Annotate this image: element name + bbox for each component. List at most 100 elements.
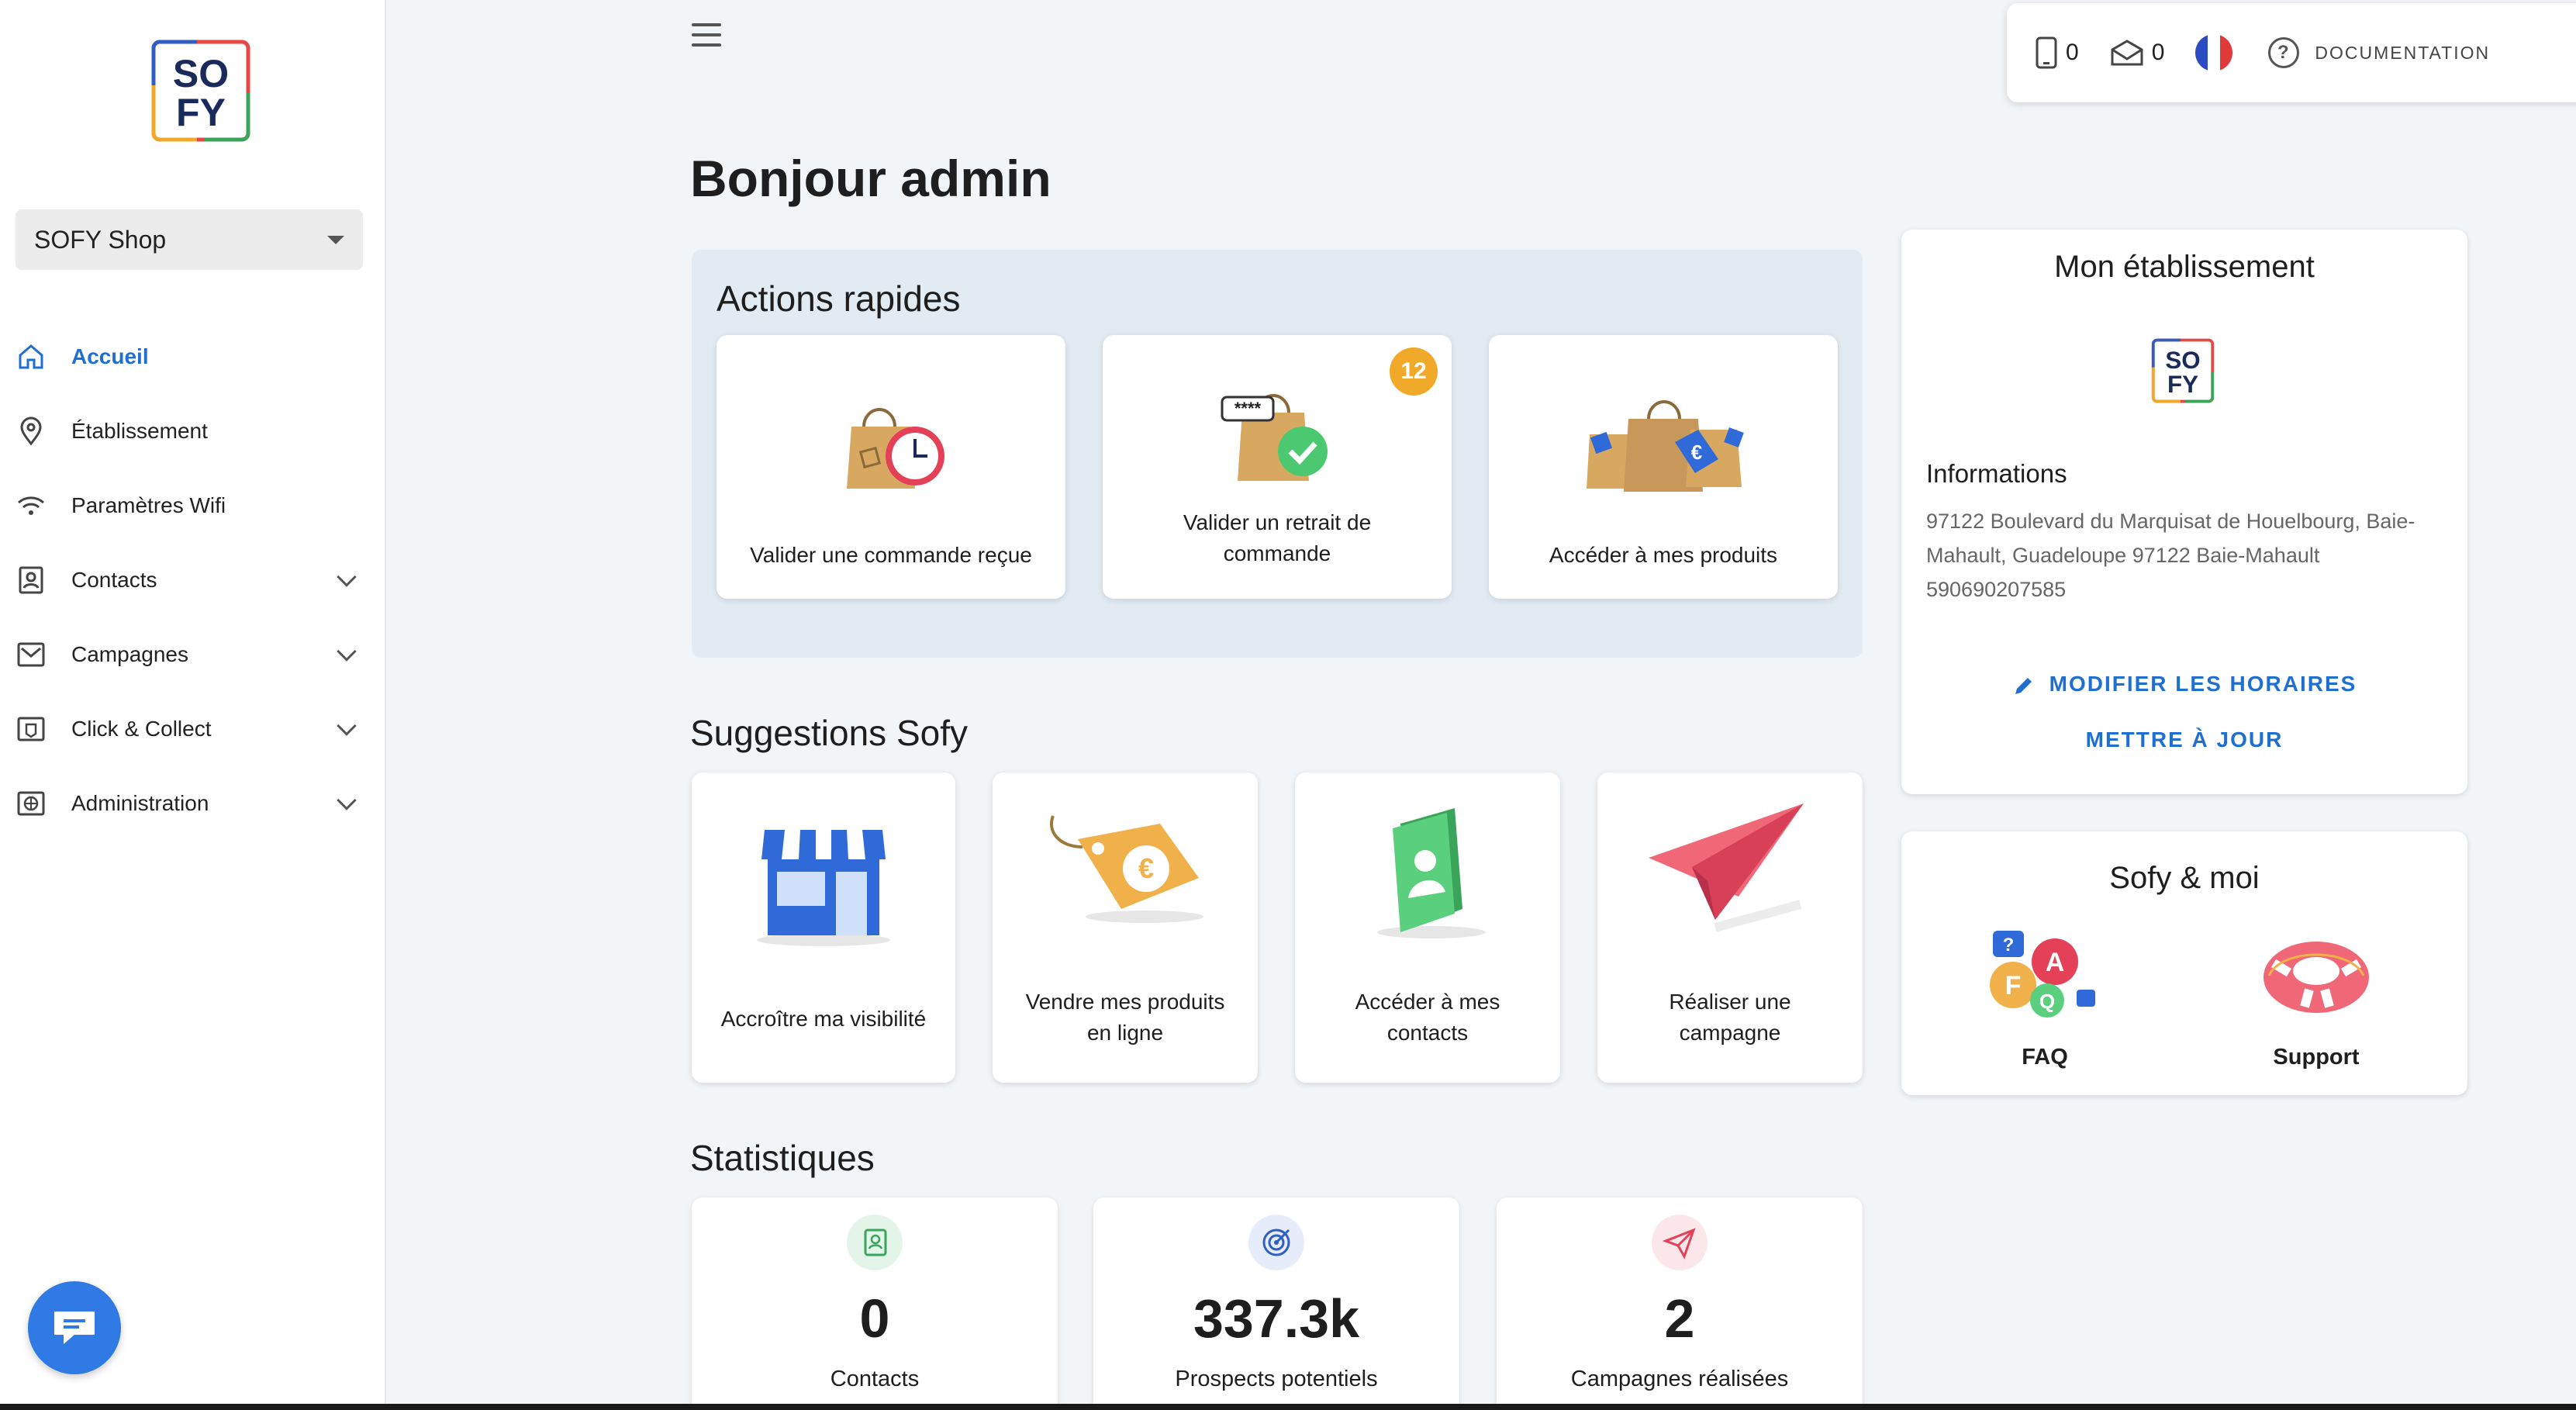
- stat-value: 0: [859, 1288, 890, 1349]
- faq-icon: ? F A Q: [1990, 931, 2095, 1018]
- bag-check-icon: ****: [1221, 394, 1328, 481]
- location-pin-icon: [16, 416, 47, 447]
- send-icon: [1652, 1215, 1708, 1270]
- documentation-label: DOCUMENTATION: [2315, 42, 2491, 63]
- sofy-moi-title: Sofy & moi: [2109, 861, 2260, 895]
- sms-count: 0: [2066, 40, 2079, 65]
- chevron-down-icon[interactable]: [337, 567, 357, 587]
- suggestions-title: Suggestions Sofy: [690, 713, 969, 753]
- sidebar-item-label: Campagnes: [71, 642, 188, 666]
- svg-text:F: F: [2005, 971, 2022, 1000]
- sidebar-item-campagnes[interactable]: Campagnes: [0, 617, 386, 692]
- stats-title: Statistiques: [690, 1138, 875, 1178]
- edit-hours-label: MODIFIER LES HORAIRES: [2049, 672, 2357, 696]
- stat-label: Contacts: [830, 1367, 920, 1391]
- pencil-icon: [2015, 677, 2032, 694]
- stat-prospects: 337.3k Prospects potentiels: [1093, 1197, 1459, 1410]
- suggestion-contacts[interactable]: Accéder à mes contacts: [1295, 772, 1560, 1083]
- sidebar-item-contacts[interactable]: Contacts: [0, 543, 386, 617]
- faq-label: FAQ: [2022, 1045, 2068, 1070]
- quick-action-label: Valider une commande reçue: [750, 543, 1032, 567]
- update-button[interactable]: METTRE À JOUR: [1901, 727, 2467, 752]
- establishment-panel: Mon établissement SO FY Informations 971…: [1901, 230, 2467, 794]
- shop-select-value: SOFY Shop: [34, 225, 167, 254]
- svg-text:****: ****: [1234, 399, 1262, 418]
- chevron-down-icon[interactable]: [337, 641, 357, 662]
- documentation-link[interactable]: ? DOCUMENTATION: [2268, 37, 2490, 68]
- quick-action-label: Accéder à mes produits: [1549, 543, 1778, 567]
- mail-counter[interactable]: 0: [2110, 39, 2165, 67]
- logo-text-bottom: FY: [176, 91, 226, 134]
- chat-button[interactable]: [28, 1281, 121, 1374]
- sidebar-item-wifi[interactable]: Paramètres Wifi: [0, 468, 386, 543]
- suggestion-sell-online[interactable]: € Vendre mes produits en ligne: [993, 772, 1258, 1083]
- svg-text:A: A: [2046, 948, 2065, 977]
- edit-hours-button[interactable]: MODIFIER LES HORAIRES: [1901, 672, 2467, 697]
- mail-count: 0: [2151, 40, 2165, 65]
- sofy-moi-panel: Sofy & moi ? F A Q FAQ Support: [1901, 831, 2467, 1095]
- stat-value: 337.3k: [1193, 1288, 1360, 1349]
- bottom-bar: [0, 1404, 2576, 1410]
- info-heading: Informations: [1926, 459, 2067, 488]
- chevron-down-icon[interactable]: [337, 790, 357, 810]
- sidebar-item-accueil[interactable]: Accueil: [0, 320, 386, 394]
- target-icon: [1248, 1215, 1304, 1270]
- stat-campaigns: 2 Campagnes réalisées: [1497, 1197, 1863, 1410]
- home-icon: [16, 341, 47, 372]
- quick-actions-panel: Actions rapides Valider une commande reç…: [692, 250, 1863, 658]
- address-text: 97122 Boulevard du Marquisat de Houelbou…: [1926, 504, 2461, 607]
- stat-label: Prospects potentiels: [1175, 1367, 1378, 1391]
- chevron-down-icon[interactable]: [337, 716, 357, 736]
- shop-select[interactable]: SOFY Shop: [16, 209, 363, 270]
- faq-button[interactable]: ? F A Q FAQ: [1987, 924, 2103, 1080]
- sidebar-nav: Accueil Établissement Paramètres Wifi Co…: [0, 320, 386, 841]
- menu-toggle-icon[interactable]: [692, 23, 721, 47]
- contact-card-icon: [16, 565, 47, 596]
- suggestion-label: Accéder à mes contacts: [1355, 990, 1500, 1045]
- phone-icon: [2036, 36, 2057, 69]
- paper-plane-icon: [1649, 803, 1804, 932]
- sidebar-item-etablissement[interactable]: Établissement: [0, 394, 386, 468]
- sidebar-item-click-collect[interactable]: Click & Collect: [0, 692, 386, 766]
- sidebar-item-administration[interactable]: Administration: [0, 766, 386, 841]
- campaign-mail-icon: [16, 639, 47, 670]
- svg-text:€: €: [1138, 852, 1154, 884]
- suggestion-label: Vendre mes produits en ligne: [1025, 990, 1225, 1045]
- suggestion-campaign[interactable]: Réaliser une campagne: [1597, 772, 1863, 1083]
- globe-admin-icon: [16, 788, 47, 819]
- sidebar-item-label: Établissement: [71, 419, 208, 443]
- support-label: Support: [2273, 1045, 2360, 1070]
- sidebar-item-label: Click & Collect: [71, 717, 212, 741]
- stat-value: 2: [1664, 1288, 1695, 1349]
- sidebar-item-label: Accueil: [71, 344, 149, 368]
- sidebar: SO FY SOFY Shop Accueil Établissement Pa…: [0, 0, 386, 1410]
- sidebar-item-label: Paramètres Wifi: [71, 493, 226, 517]
- stat-label: Campagnes réalisées: [1570, 1367, 1789, 1391]
- quick-action-validate-order[interactable]: Valider une commande reçue: [717, 335, 1065, 599]
- svg-text:Q: Q: [2039, 990, 2055, 1013]
- address-book-icon: [847, 1215, 903, 1270]
- contact-book-icon: [1377, 808, 1486, 938]
- caret-down-icon: [327, 235, 344, 244]
- quick-actions-title: Actions rapides: [717, 278, 961, 319]
- lifebuoy-icon: [2263, 942, 2369, 1013]
- establishment-logo: SO FY: [2151, 338, 2215, 403]
- mail-icon: [2111, 40, 2143, 66]
- bags-euro-icon: €: [1587, 400, 1744, 492]
- tag-icon: [16, 714, 47, 745]
- sidebar-item-label: Administration: [71, 791, 209, 815]
- sofy-logo[interactable]: SO FY: [150, 39, 251, 143]
- address: 97122 Boulevard du Marquisat de Houelbou…: [1926, 510, 2415, 567]
- support-button[interactable]: Support: [2258, 924, 2374, 1080]
- pickup-count-badge: 12: [1390, 347, 1438, 396]
- wifi-icon: [16, 490, 47, 521]
- chat-bubble-icon: [54, 1312, 95, 1344]
- quick-action-products[interactable]: € Accéder à mes produits: [1489, 335, 1838, 599]
- quick-action-validate-pickup[interactable]: **** 12 Valider un retrait de commande: [1103, 335, 1452, 599]
- sidebar-item-label: Contacts: [71, 568, 157, 592]
- suggestion-visibility[interactable]: Accroître ma visibilité: [692, 772, 955, 1083]
- french-flag-icon[interactable]: [2195, 34, 2233, 71]
- sms-counter[interactable]: 0: [2035, 36, 2079, 69]
- logo-text-top: SO: [173, 52, 229, 95]
- svg-text:€: €: [1691, 441, 1702, 464]
